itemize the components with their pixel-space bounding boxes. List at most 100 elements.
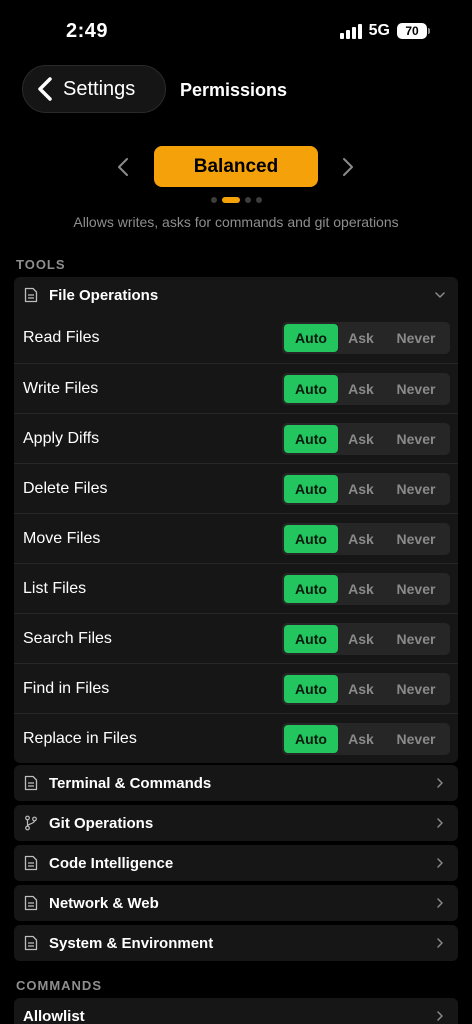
status-indicators: 5G 70: [339, 22, 430, 40]
option-never-button[interactable]: Never: [384, 425, 448, 453]
tool-group-title: Git Operations: [49, 814, 154, 832]
tool-group-header[interactable]: Network & Web: [14, 885, 458, 921]
allowlist-title: Allowlist: [23, 1007, 85, 1024]
tool-group-header[interactable]: Git Operations: [14, 805, 458, 841]
option-never-button[interactable]: Never: [384, 625, 448, 653]
file-operations-header[interactable]: File Operations: [14, 277, 458, 313]
preset-selector[interactable]: Balanced: [154, 146, 318, 187]
option-auto-button[interactable]: Auto: [284, 474, 338, 503]
document-icon: [24, 775, 38, 791]
tool-label: Apply Diffs: [23, 429, 100, 447]
chevron-right-icon: [437, 778, 443, 788]
tool-row: Apply Diffs Auto Ask Never: [14, 413, 458, 463]
tool-label: Find in Files: [23, 679, 110, 697]
document-icon: [24, 855, 38, 871]
file-operations-card: File Operations Read Files Auto Ask Never Wr…: [14, 277, 458, 763]
tool-group-header[interactable]: Code Intelligence: [14, 845, 458, 881]
back-button[interactable]: Settings: [22, 65, 166, 113]
git-branch-icon: [25, 815, 37, 831]
tool-label: Write Files: [23, 379, 99, 397]
chevron-down-icon: [435, 292, 445, 298]
permission-segmented-control: Auto Ask Never: [282, 472, 450, 505]
option-auto-button[interactable]: Auto: [284, 724, 338, 753]
tool-label: Move Files: [23, 529, 101, 547]
page-dot[interactable]: [244, 197, 251, 203]
chevron-right-icon: [437, 938, 443, 948]
tool-group-header[interactable]: System & Environment: [14, 925, 458, 961]
tool-label: List Files: [23, 579, 87, 597]
option-ask-button[interactable]: Ask: [338, 324, 384, 352]
chevron-right-icon: [437, 898, 443, 908]
tool-group-header[interactable]: Terminal & Commands: [14, 765, 458, 801]
tool-list: Read Files Auto Ask Never Write Files Auto Ask…: [14, 313, 458, 763]
status-bar: 2:49 5G 70: [0, 0, 472, 60]
document-icon: [24, 935, 38, 951]
chevron-right-icon: [437, 1011, 443, 1021]
option-auto-button[interactable]: Auto: [284, 574, 338, 603]
page-dot-active[interactable]: [221, 197, 240, 203]
page-title: Permissions: [180, 80, 288, 100]
tool-group-card[interactable]: System & Environment: [14, 925, 458, 961]
option-ask-button[interactable]: Ask: [338, 375, 384, 403]
tool-group-card[interactable]: Git Operations: [14, 805, 458, 841]
option-ask-button[interactable]: Ask: [338, 625, 384, 653]
tool-row: Move Files Auto Ask Never: [14, 513, 458, 563]
document-icon: [24, 287, 38, 303]
option-never-button[interactable]: Never: [384, 475, 448, 503]
network-type: 5G: [368, 22, 390, 39]
tool-group-card[interactable]: Network & Web: [14, 885, 458, 921]
permission-segmented-control: Auto Ask Never: [282, 722, 450, 755]
chevron-right-icon[interactable]: [340, 156, 356, 178]
option-never-button[interactable]: Never: [384, 725, 448, 753]
option-auto-button[interactable]: Auto: [284, 674, 338, 703]
option-ask-button[interactable]: Ask: [338, 725, 384, 753]
option-auto-button[interactable]: Auto: [284, 524, 338, 553]
tool-group-card[interactable]: Code Intelligence: [14, 845, 458, 881]
option-ask-button[interactable]: Ask: [338, 575, 384, 603]
option-ask-button[interactable]: Ask: [338, 525, 384, 553]
permission-segmented-control: Auto Ask Never: [282, 522, 450, 555]
tool-row: Search Files Auto Ask Never: [14, 613, 458, 663]
page-indicator: [0, 197, 472, 203]
permission-segmented-control: Auto Ask Never: [282, 372, 450, 405]
tool-row: List Files Auto Ask Never: [14, 563, 458, 613]
page-dot[interactable]: [255, 197, 262, 203]
option-ask-button[interactable]: Ask: [338, 475, 384, 503]
allowlist-card[interactable]: Allowlist: [14, 998, 458, 1024]
section-header-commands: COMMANDS: [16, 978, 102, 993]
tool-row: Read Files Auto Ask Never: [14, 313, 458, 363]
battery-level: 70: [397, 23, 427, 39]
page-dot[interactable]: [210, 197, 217, 203]
preset-description: Allows writes, asks for commands and git…: [73, 214, 399, 230]
option-auto-button[interactable]: Auto: [284, 324, 338, 352]
option-ask-button[interactable]: Ask: [338, 425, 384, 453]
permission-segmented-control: Auto Ask Never: [282, 622, 450, 655]
tool-row: Write Files Auto Ask Never: [14, 363, 458, 413]
option-auto-button[interactable]: Auto: [284, 624, 338, 653]
tool-label: Read Files: [23, 329, 100, 346]
tool-group-card[interactable]: Terminal & Commands: [14, 765, 458, 801]
back-label: Settings: [63, 77, 136, 100]
allowlist-row[interactable]: Allowlist: [14, 998, 458, 1024]
option-never-button[interactable]: Never: [384, 375, 448, 403]
option-ask-button[interactable]: Ask: [338, 675, 384, 703]
option-auto-button[interactable]: Auto: [284, 424, 338, 453]
tool-group-title: Terminal & Commands: [49, 774, 212, 792]
status-time: 2:49: [66, 20, 109, 42]
option-never-button[interactable]: Never: [384, 324, 448, 352]
permission-segmented-control: Auto Ask Never: [282, 422, 450, 455]
option-never-button[interactable]: Never: [384, 525, 448, 553]
battery-icon: 70: [397, 23, 430, 39]
permission-segmented-control: Auto Ask Never: [282, 672, 450, 705]
tool-label: Search Files: [23, 629, 112, 647]
section-header-tools: TOOLS: [16, 257, 66, 272]
option-never-button[interactable]: Never: [384, 675, 448, 703]
tool-group-title: System & Environment: [49, 934, 214, 952]
tool-label: Replace in Files: [23, 729, 137, 747]
option-never-button[interactable]: Never: [384, 575, 448, 603]
chevron-left-icon[interactable]: [115, 156, 131, 178]
option-auto-button[interactable]: Auto: [284, 374, 338, 403]
tool-row: Delete Files Auto Ask Never: [14, 463, 458, 513]
chevron-right-icon: [437, 818, 443, 828]
tool-row: Find in Files Auto Ask Never: [14, 663, 458, 713]
